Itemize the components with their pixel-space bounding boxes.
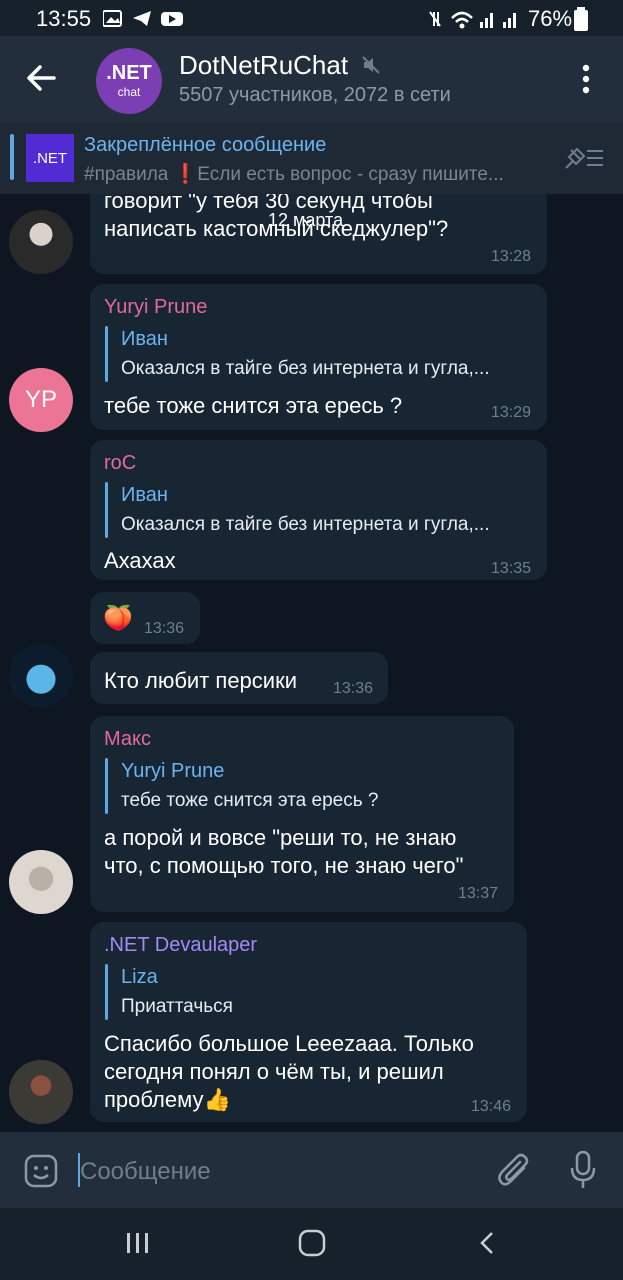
notification-icons <box>103 10 183 27</box>
message-text: проблему👍 <box>104 1087 231 1112</box>
pinned-thumbnail: .NET <box>26 134 74 182</box>
message-text: тебе тоже снится эта ересь ? <box>104 393 403 418</box>
message-text: Спасибо большое Leeezaaa. Только <box>104 1031 474 1056</box>
reply-author: Иван <box>121 484 168 506</box>
message-time: 13:36 <box>144 620 185 637</box>
pinned-indicator <box>10 134 14 180</box>
reply-text: Приаттачься <box>121 996 233 1017</box>
back-arrow-icon[interactable] <box>26 63 56 93</box>
reply-indicator <box>105 964 108 1020</box>
pinned-text: #правила ❗Если есть вопрос - сразу пишит… <box>84 164 504 185</box>
message-time: 13:28 <box>491 248 532 265</box>
reply-author: Yuryi Prune <box>121 760 225 782</box>
message-emoji: 🍑 <box>103 605 133 632</box>
reply-text: Оказался в тайге без интернета и гугла,.… <box>121 514 490 535</box>
more-options-icon[interactable] <box>580 64 592 94</box>
user-avatar[interactable] <box>9 644 73 708</box>
status-time: 13:55 <box>36 6 92 31</box>
group-avatar-title: .NET <box>106 62 152 84</box>
reply-text: Оказался в тайге без интернета и гугла,.… <box>121 358 490 379</box>
back-nav-button[interactable] <box>478 1231 496 1255</box>
date-badge: 12 марта <box>268 210 344 230</box>
user-avatar-initials[interactable]: YP <box>9 368 73 432</box>
message-text: а порой и вовсе "реши то, не знаю <box>104 825 457 850</box>
user-avatar[interactable] <box>9 1060 73 1124</box>
reply-indicator <box>105 482 108 538</box>
message-time: 13:46 <box>471 1098 512 1115</box>
chat-subtitle: 5507 участников, 2072 в сети <box>179 84 451 106</box>
microphone-icon[interactable] <box>569 1150 597 1190</box>
message-time: 13:35 <box>491 560 532 577</box>
reply-indicator <box>105 758 108 814</box>
message-time: 13:37 <box>458 885 499 902</box>
message-text: Кто любит персики <box>104 668 297 693</box>
battery-percent: 76% <box>528 6 573 31</box>
reply-author: Liza <box>121 966 158 988</box>
chat-title[interactable]: DotNetRuChat <box>179 50 348 81</box>
battery-icon <box>574 7 588 31</box>
reply-author: Иван <box>121 328 168 350</box>
status-bar: 13:55 76% <box>0 0 623 36</box>
message-time: 13:29 <box>491 404 532 421</box>
attach-icon[interactable] <box>496 1152 532 1190</box>
pinned-title: Закреплённое сообщение <box>84 134 327 156</box>
reply-indicator <box>105 326 108 382</box>
pinned-list-icon[interactable] <box>563 145 605 171</box>
message-text: что, с помощью того, не знаю чего" <box>104 853 464 878</box>
message-input[interactable]: Сообщение <box>80 1158 211 1186</box>
signal-icons <box>429 11 516 29</box>
sender-name[interactable]: Yuryi Prune <box>104 296 207 319</box>
sender-name[interactable]: Макс <box>104 728 151 751</box>
reply-text: тебе тоже снится эта ересь ? <box>121 790 379 811</box>
user-avatar[interactable] <box>9 210 73 274</box>
message-text: сегодня понял о чём ты, и решил <box>104 1059 444 1084</box>
message-list[interactable]: говорит "у тебя 30 секунд чтобы написать… <box>0 194 623 1132</box>
user-avatar[interactable] <box>9 850 73 914</box>
group-avatar-subtitle: chat <box>117 85 141 99</box>
message-time: 13:36 <box>333 680 374 697</box>
home-button[interactable] <box>298 1229 326 1257</box>
emoji-sticker-icon[interactable] <box>24 1154 58 1188</box>
message-bubble[interactable] <box>90 716 514 912</box>
muted-icon <box>362 56 380 74</box>
sender-name[interactable]: .NET Devaulaper <box>104 934 257 957</box>
message-text: Ахахах <box>104 548 176 573</box>
group-avatar[interactable]: .NET chat <box>96 48 162 114</box>
sender-name[interactable]: roC <box>104 452 136 475</box>
recent-apps-button[interactable] <box>126 1232 150 1254</box>
